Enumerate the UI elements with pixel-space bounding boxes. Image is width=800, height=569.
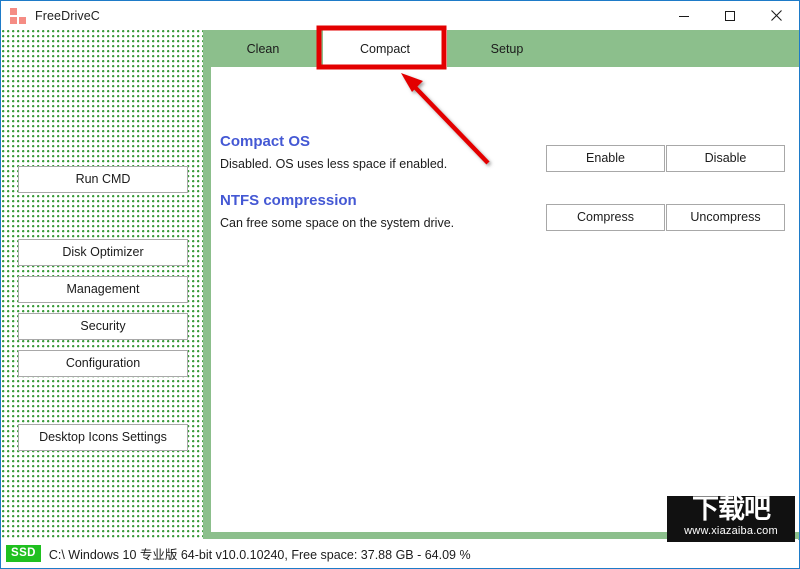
window-controls bbox=[661, 1, 799, 30]
sidebar-button-disk-optimizer[interactable]: Disk Optimizer bbox=[18, 239, 188, 266]
watermark-url: www.xiazaiba.com bbox=[684, 525, 778, 537]
sidebar-button-run-cmd[interactable]: Run CMD bbox=[18, 166, 188, 193]
status-bar-text: C:\ Windows 10 专业版 64-bit v10.0.10240, F… bbox=[48, 547, 471, 562]
application-window: FreeDriveC Run CMD Disk Optimizer Manage… bbox=[0, 0, 800, 569]
status-bar: SSD C:\ Windows 10 专业版 64-bit v10.0.1024… bbox=[2, 539, 798, 567]
sidebar: Run CMD Disk Optimizer Management Securi… bbox=[2, 30, 203, 540]
maximize-icon bbox=[724, 10, 736, 22]
section-description-ntfs-compression: Can free some space on the system drive. bbox=[220, 216, 455, 230]
close-button[interactable] bbox=[753, 1, 799, 30]
title-bar: FreeDriveC bbox=[1, 1, 799, 30]
maximize-button[interactable] bbox=[707, 1, 753, 30]
app-squares-icon bbox=[10, 7, 26, 24]
watermark: 下载吧 www.xiazaiba.com bbox=[667, 496, 795, 542]
status-badge-ssd: SSD bbox=[6, 544, 41, 562]
uncompress-button[interactable]: Uncompress bbox=[666, 204, 785, 231]
tab-content-compact: Compact OS Disabled. OS uses less space … bbox=[211, 67, 799, 532]
minimize-button[interactable] bbox=[661, 1, 707, 30]
disable-button[interactable]: Disable bbox=[666, 145, 785, 172]
section-title-ntfs-compression: NTFS compression bbox=[220, 192, 357, 209]
window-title: FreeDriveC bbox=[35, 8, 100, 23]
tab-strip: Clean Compact Setup bbox=[203, 30, 799, 67]
sidebar-button-configuration[interactable]: Configuration bbox=[18, 350, 188, 377]
section-description-compact-os: Disabled. OS uses less space if enabled. bbox=[220, 157, 448, 171]
sidebar-button-security[interactable]: Security bbox=[18, 313, 188, 340]
tab-setup[interactable]: Setup bbox=[447, 30, 567, 67]
section-title-compact-os: Compact OS bbox=[220, 133, 311, 150]
sidebar-button-desktop-icons-settings[interactable]: Desktop Icons Settings bbox=[18, 424, 188, 451]
main-panel: Clean Compact Setup Compact OS Disabled.… bbox=[203, 30, 799, 540]
tab-clean[interactable]: Clean bbox=[203, 30, 323, 67]
minimize-icon bbox=[678, 10, 690, 22]
compress-button[interactable]: Compress bbox=[546, 204, 665, 231]
enable-button[interactable]: Enable bbox=[546, 145, 665, 172]
sidebar-button-management[interactable]: Management bbox=[18, 276, 188, 303]
watermark-logo-text: 下载吧 bbox=[692, 496, 771, 525]
close-icon bbox=[770, 9, 783, 22]
tab-compact[interactable]: Compact bbox=[323, 30, 447, 67]
